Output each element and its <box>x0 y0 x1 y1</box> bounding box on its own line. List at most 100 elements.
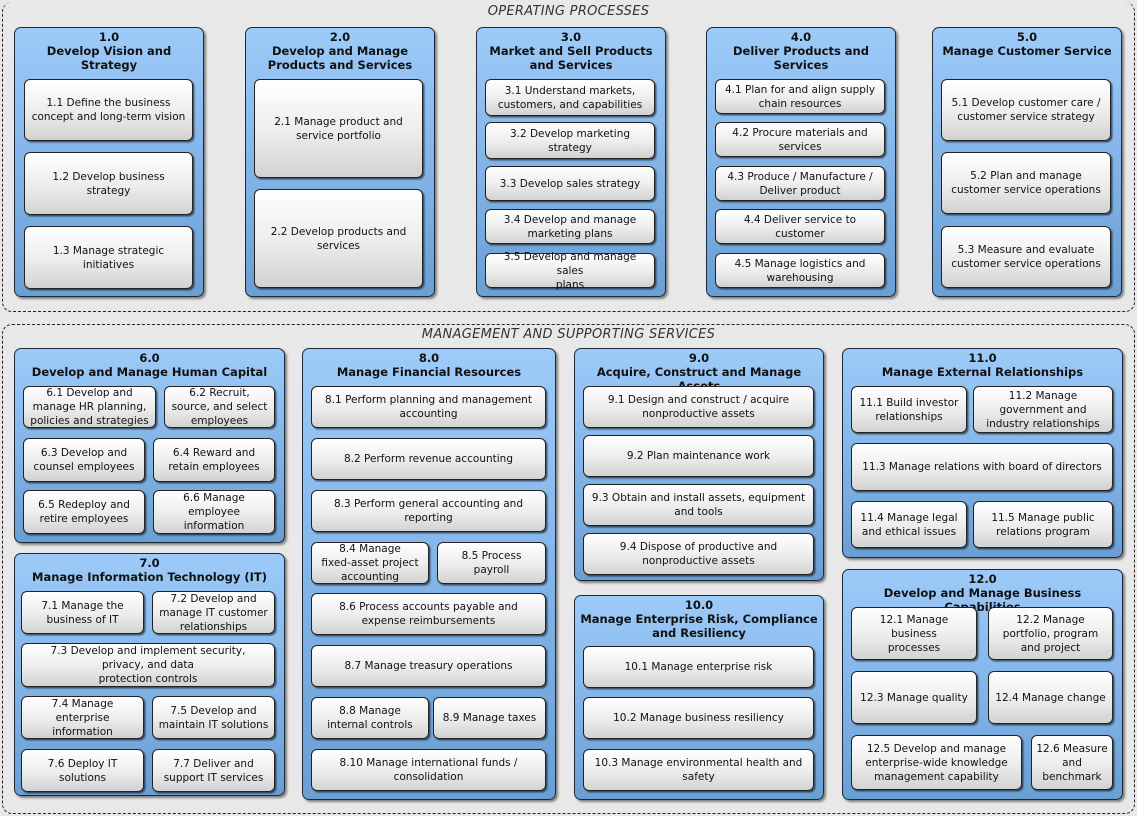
process-label: 5.3 Measure and evaluate customer servic… <box>951 244 1101 270</box>
process-box-6-3[interactable]: 6.3 Develop and counsel employees <box>23 438 145 482</box>
process-label: 4.2 Procure materials and services <box>732 126 868 153</box>
process-label: 7.3 Develop and implement security, priv… <box>50 645 246 685</box>
group-title: Develop and Manage Human Capital <box>31 365 268 379</box>
process-box-8-1[interactable]: 8.1 Perform planning and management acco… <box>311 386 546 428</box>
group-number: 4.0 <box>790 30 812 44</box>
process-box-7-2[interactable]: 7.2 Develop and manage IT customer relat… <box>152 591 275 634</box>
process-label: 10.3 Manage environmental health and saf… <box>594 757 803 783</box>
process-box-6-2[interactable]: 6.2 Recruit, source, and select employee… <box>164 386 275 428</box>
process-label: 6.2 Recruit, source, and select employee… <box>171 387 268 427</box>
process-box-4-5[interactable]: 4.5 Manage logistics and warehousing <box>715 253 885 288</box>
process-label: 8.5 Process payroll <box>461 550 522 576</box>
process-label: 7.2 Develop and manage IT customer relat… <box>159 592 268 633</box>
process-box-8-8[interactable]: 8.8 Manage internal controls <box>311 697 429 739</box>
process-box-8-2[interactable]: 8.2 Perform revenue accounting <box>311 438 546 480</box>
process-box-11-2[interactable]: 11.2 Manage government and industry rela… <box>973 386 1113 433</box>
group-header: 7.0 Manage Information Technology (IT) <box>19 556 280 584</box>
process-box-4-4[interactable]: 4.4 Deliver service to customer <box>715 209 885 244</box>
process-box-3-3[interactable]: 3.3 Develop sales strategy <box>485 166 655 201</box>
process-label: 11.2 Manage government and industry rela… <box>986 389 1100 430</box>
process-box-11-4[interactable]: 11.4 Manage legal and ethical issues <box>851 501 967 548</box>
process-box-9-4[interactable]: 9.4 Dispose of productive and nonproduct… <box>583 533 814 575</box>
process-box-6-1[interactable]: 6.1 Develop and manage HR planning, poli… <box>23 386 156 428</box>
process-box-11-5[interactable]: 11.5 Manage public relations program <box>973 501 1113 548</box>
group-number: 8.0 <box>418 351 440 365</box>
process-box-6-5[interactable]: 6.5 Redeploy and retire employees <box>23 490 145 534</box>
process-box-3-4[interactable]: 3.4 Develop and manage marketing plans <box>485 209 655 244</box>
group-header: 6.0 Develop and Manage Human Capital <box>19 351 280 379</box>
process-box-8-9[interactable]: 8.9 Manage taxes <box>433 697 546 739</box>
process-label: 12.1 Manage business processes <box>879 613 949 654</box>
process-label: 8.10 Manage international funds / consol… <box>339 757 518 783</box>
process-label: 6.4 Reward and retain employees <box>168 447 260 473</box>
process-label: 6.6 Manage employee information <box>183 492 245 532</box>
process-box-7-6[interactable]: 7.6 Deploy IT solutions <box>21 749 144 792</box>
process-label: 11.3 Manage relations with board of dire… <box>862 461 1102 473</box>
group-header: 4.0 Deliver Products and Services <box>711 30 891 72</box>
process-box-9-1[interactable]: 9.1 Design and construct / acquire nonpr… <box>583 386 814 428</box>
process-label: 12.4 Manage change <box>995 691 1106 704</box>
process-box-3-1[interactable]: 3.1 Understand markets, customers, and c… <box>485 79 655 116</box>
process-box-9-2[interactable]: 9.2 Plan maintenance work <box>583 435 814 477</box>
process-box-10-3[interactable]: 10.3 Manage environmental health and saf… <box>583 749 814 791</box>
process-label: 9.2 Plan maintenance work <box>626 450 771 462</box>
process-box-12-3[interactable]: 12.3 Manage quality <box>851 671 977 724</box>
process-box-6-4[interactable]: 6.4 Reward and retain employees <box>153 438 275 482</box>
process-box-4-3[interactable]: 4.3 Produce / Manufacture / Deliver prod… <box>715 166 885 201</box>
process-box-8-6[interactable]: 8.6 Process accounts payable and expense… <box>311 593 546 635</box>
group-number: 7.0 <box>139 556 160 570</box>
process-box-5-2[interactable]: 5.2 Plan and manage customer service ope… <box>941 152 1111 214</box>
process-box-3-5[interactable]: 3.5 Develop and manage sales plans <box>485 251 655 291</box>
process-box-6-6[interactable]: 6.6 Manage employee information <box>153 490 275 534</box>
process-box-8-5[interactable]: 8.5 Process payroll <box>437 542 546 584</box>
process-box-12-5[interactable]: 12.5 Develop and manage enterprise-wide … <box>851 735 1022 790</box>
process-box-7-3[interactable]: 7.3 Develop and implement security, priv… <box>21 643 275 687</box>
process-box-8-4[interactable]: 8.4 Manage fixed-asset project accountin… <box>311 542 429 584</box>
process-label: 6.5 Redeploy and retire employees <box>38 499 130 525</box>
process-box-12-4[interactable]: 12.4 Manage change <box>988 671 1113 724</box>
process-box-8-3[interactable]: 8.3 Perform general accounting and repor… <box>311 490 546 532</box>
process-box-2-1[interactable]: 2.1 Manage product and service portfolio <box>254 79 423 178</box>
process-box-11-3[interactable]: 11.3 Manage relations with board of dire… <box>851 443 1113 491</box>
process-box-10-2[interactable]: 10.2 Manage business resiliency <box>583 697 814 739</box>
process-box-10-1[interactable]: 10.1 Manage enterprise risk <box>583 646 814 688</box>
process-box-7-5[interactable]: 7.5 Develop and maintain IT solutions <box>152 696 275 739</box>
process-box-9-3[interactable]: 9.3 Obtain and install assets, equipment… <box>583 484 814 526</box>
group-header: 11.0 Manage External Relationships <box>847 351 1118 379</box>
process-label: 4.4 Deliver service to customer <box>743 213 857 240</box>
process-box-8-7[interactable]: 8.7 Manage treasury operations <box>311 645 546 687</box>
group-header: 10.0 Manage Enterprise Risk, Compliance a… <box>579 598 819 640</box>
process-box-7-4[interactable]: 7.4 Manage enterprise information <box>21 696 144 739</box>
process-box-3-2[interactable]: 3.2 Develop marketing strategy <box>485 122 655 159</box>
process-box-12-6[interactable]: 12.6 Measure and benchmark <box>1031 735 1113 790</box>
process-label: 3.1 Understand markets, customers, and c… <box>497 84 643 111</box>
process-box-12-2[interactable]: 12.2 Manage portfolio, program and proje… <box>988 607 1113 660</box>
process-box-7-7[interactable]: 7.7 Deliver and support IT services <box>152 749 275 792</box>
process-box-4-2[interactable]: 4.2 Procure materials and services <box>715 122 885 157</box>
process-box-2-2[interactable]: 2.2 Develop products and services <box>254 189 423 288</box>
process-box-1-2[interactable]: 1.2 Develop business strategy <box>24 152 193 215</box>
process-box-4-1[interactable]: 4.1 Plan for and align supply chain reso… <box>715 79 885 114</box>
process-box-1-1[interactable]: 1.1 Define the business concept and long… <box>24 79 193 141</box>
process-label: 3.2 Develop marketing strategy <box>509 127 631 154</box>
group-number: 3.0 <box>560 30 582 44</box>
process-box-5-3[interactable]: 5.3 Measure and evaluate customer servic… <box>941 226 1111 288</box>
process-box-1-3[interactable]: 1.3 Manage strategic initiatives <box>24 226 193 289</box>
group-number: 9.0 <box>688 351 710 365</box>
process-box-8-10[interactable]: 8.10 Manage international funds / consol… <box>311 749 546 791</box>
process-label: 8.3 Perform general accounting and repor… <box>334 498 523 524</box>
process-label: 12.6 Measure and benchmark <box>1036 742 1108 783</box>
process-box-12-1[interactable]: 12.1 Manage business processes <box>851 607 977 660</box>
process-label: 3.3 Develop sales strategy <box>499 177 641 190</box>
process-label: 5.1 Develop customer care / customer ser… <box>951 97 1101 123</box>
process-box-7-1[interactable]: 7.1 Manage the business of IT <box>21 591 144 634</box>
process-label: 3.5 Develop and manage sales plans <box>503 250 637 291</box>
section-title: MANAGEMENT AND SUPPORTING SERVICES <box>421 327 716 342</box>
process-label: 6.1 Develop and manage HR planning, poli… <box>30 387 149 427</box>
process-box-11-1[interactable]: 11.1 Build investor relationships <box>851 386 967 433</box>
process-label: 1.3 Manage strategic initiatives <box>52 244 165 271</box>
group-number: 11.0 <box>968 351 997 365</box>
group-number: 1.0 <box>98 30 120 44</box>
process-box-5-1[interactable]: 5.1 Develop customer care / customer ser… <box>941 79 1111 141</box>
process-label: 7.7 Deliver and support IT services <box>163 757 264 784</box>
